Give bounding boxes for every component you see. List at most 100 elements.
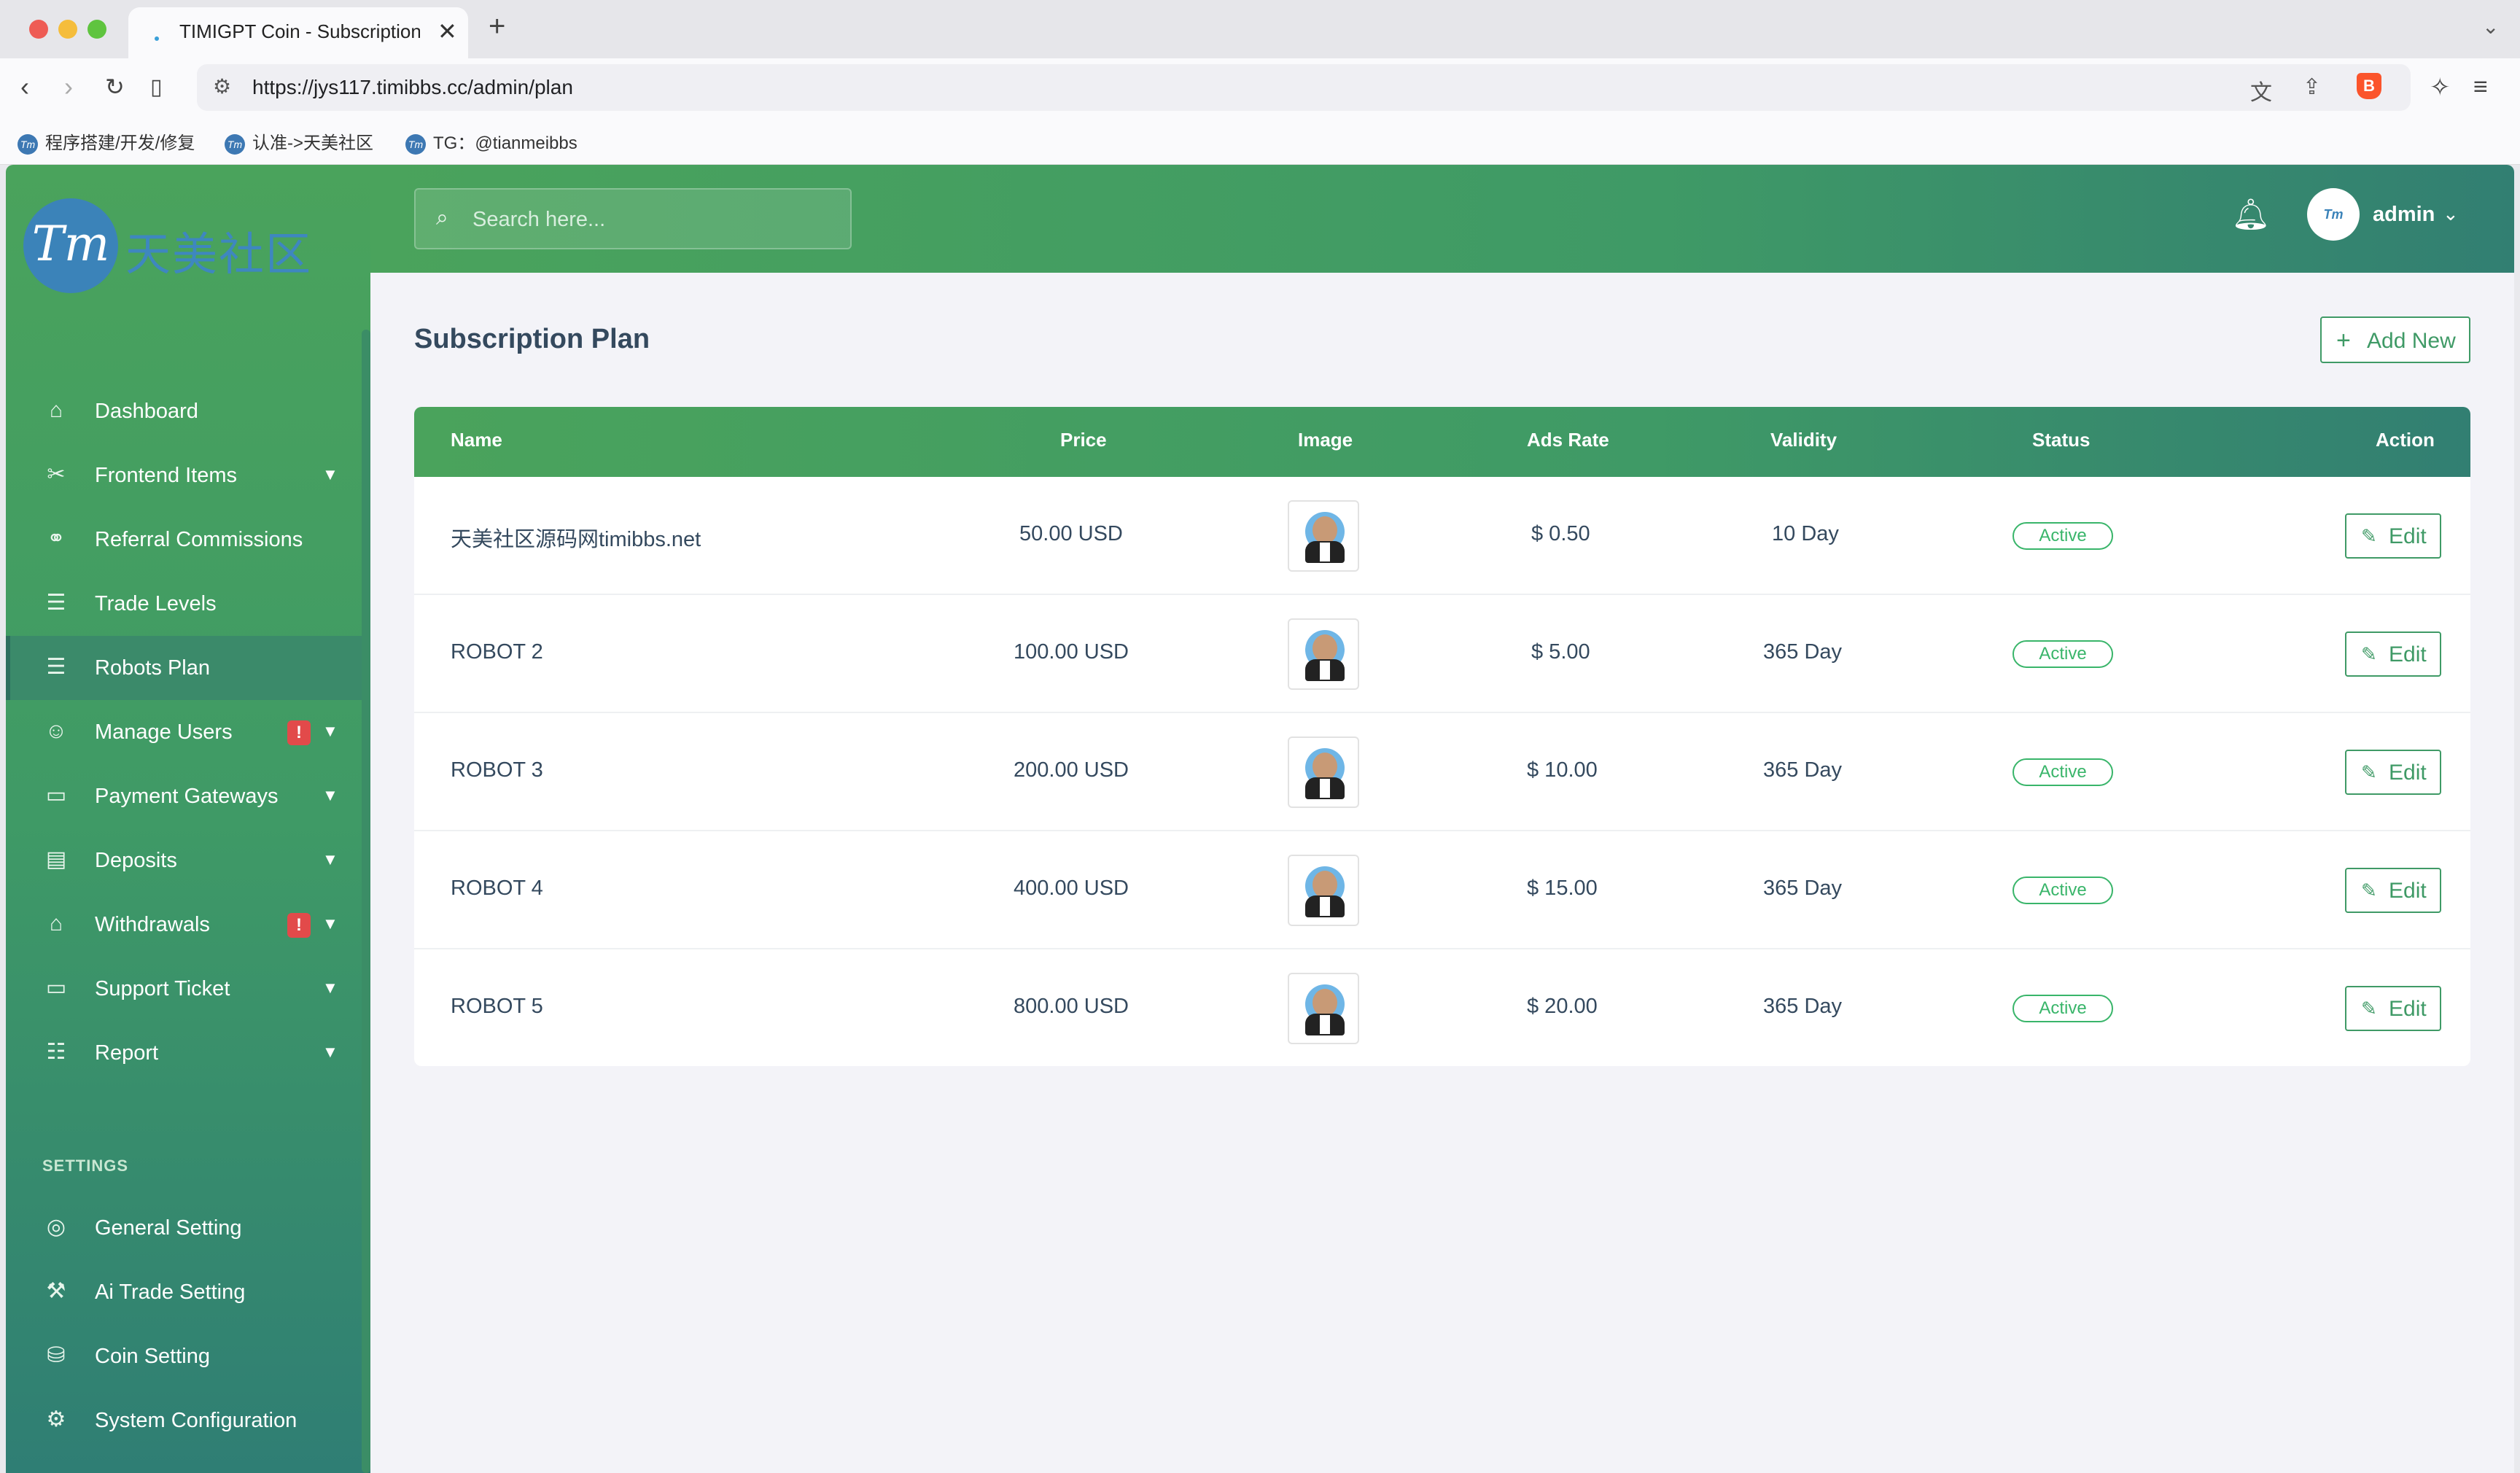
tm-logo-icon: Tm [18, 133, 38, 155]
chevron-down-icon: ▼ [322, 465, 338, 483]
gear-icon: ⚙ [46, 1407, 66, 1431]
tm-logo-icon: Tm [23, 198, 118, 293]
plan-name: ROBOT 5 [451, 995, 543, 1018]
chevron-down-icon[interactable]: ⌄ [2443, 203, 2459, 225]
alert-badge: ! [287, 720, 311, 745]
tab-list-chevron-icon[interactable]: ⌄ [2482, 15, 2499, 39]
sidebar-item-coin-setting[interactable]: ⛁ Coin Setting [6, 1324, 362, 1388]
list-icon: ☰ [46, 591, 66, 615]
list-icon: ☰ [46, 655, 66, 679]
lifebuoy-icon: ◎ [46, 1215, 66, 1239]
edit-button[interactable]: ✎ Edit [2345, 513, 2441, 559]
maximize-window-button[interactable] [88, 20, 106, 39]
bookmark-item[interactable]: Tm 程序搭建/开发/修复 [18, 128, 195, 155]
plan-price: 800.00 USD [1014, 995, 1129, 1018]
sidebar-item-trade-levels[interactable]: ☰ Trade Levels [6, 572, 362, 636]
share-icon[interactable]: ⇪ [2303, 74, 2321, 100]
edit-button[interactable]: ✎ Edit [2345, 868, 2441, 913]
sidebar-item-referral-commissions[interactable]: ⚭ Referral Commissions [6, 508, 362, 572]
sidebar-item-deposits[interactable]: ▤ Deposits ▼ [6, 828, 362, 893]
sidebar-item-support-ticket[interactable]: ▭ Support Ticket ▼ [6, 957, 362, 1021]
browser-tab-bar: TIMIGPT Coin - Subscription ✕ + ⌄ [0, 0, 2520, 58]
sidebar-item-manage-users[interactable]: ☺ Manage Users ! ▼ [6, 700, 362, 764]
bookmark-item[interactable]: Tm TG：@tianmeibbs [405, 128, 578, 155]
avatar[interactable]: Tm [2307, 188, 2360, 241]
bank-icon: ⌂ [49, 912, 63, 936]
sidebar-item-withdrawals[interactable]: ⌂ Withdrawals ! ▼ [6, 893, 362, 957]
table-row: ROBOT 2 100.00 USD $ 5.00 365 Day Active… [414, 595, 2470, 713]
status-badge: Active [2012, 640, 2113, 668]
pencil-icon: ✎ [2361, 643, 2377, 665]
url-text: https://jys117.timibbs.cc/admin/plan [252, 76, 573, 98]
address-bar[interactable]: ⚙ https://jys117.timibbs.cc/admin/plan 文… [197, 64, 2411, 111]
plus-icon: + [2336, 327, 2351, 354]
forward-icon[interactable]: › [64, 71, 73, 102]
table-row: 天美社区源码网timibbs.net 50.00 USD $ 0.50 10 D… [414, 477, 2470, 595]
ticket-icon: ▭ [45, 976, 67, 1000]
edit-button[interactable]: ✎ Edit [2345, 750, 2441, 795]
plan-image [1288, 618, 1359, 690]
search-input[interactable] [472, 203, 837, 236]
sidebar-item-dashboard[interactable]: ⌂ Dashboard [6, 379, 362, 443]
plan-validity: 365 Day [1763, 877, 1843, 900]
plan-ads-rate: $ 20.00 [1527, 995, 1598, 1018]
plan-ads-rate: $ 5.00 [1531, 640, 1590, 664]
reload-icon[interactable]: ↻ [105, 73, 125, 101]
new-tab-icon[interactable]: + [489, 10, 505, 43]
close-window-button[interactable] [29, 20, 48, 39]
plans-table: Name Price Image Ads Rate Validity Statu… [414, 407, 2470, 1066]
browser-tab[interactable]: TIMIGPT Coin - Subscription ✕ [128, 7, 468, 58]
edit-button[interactable]: ✎ Edit [2345, 631, 2441, 677]
status-badge: Active [2012, 758, 2113, 786]
users-icon: ☺ [44, 719, 68, 743]
column-header-ads-rate: Ads Rate [1527, 429, 1609, 451]
close-tab-icon[interactable]: ✕ [438, 18, 457, 45]
sidebar-item-report[interactable]: ☷ Report ▼ [6, 1021, 362, 1085]
plan-name: ROBOT 3 [451, 758, 543, 782]
column-header-status: Status [2032, 429, 2091, 451]
bookmark-item[interactable]: Tm 认准->天美社区 [225, 128, 373, 155]
search-box[interactable]: ⌕ [414, 188, 852, 249]
browser-menu-icon[interactable]: ≡ [2473, 73, 2488, 101]
plan-price: 400.00 USD [1014, 877, 1129, 900]
sidebar-item-general-setting[interactable]: ◎ General Setting [6, 1196, 362, 1260]
plan-validity: 10 Day [1772, 522, 1839, 545]
plan-name: ROBOT 2 [451, 640, 543, 664]
plan-image [1288, 973, 1359, 1044]
tools-icon: ✂ [47, 462, 66, 486]
brave-shields-icon[interactable]: B [2357, 73, 2381, 99]
sidebar-item-frontend-items[interactable]: ✂ Frontend Items ▼ [6, 443, 362, 508]
home-icon: ⌂ [49, 398, 63, 422]
bell-icon[interactable]: 🔔︎ [2231, 197, 2270, 233]
status-badge: Active [2012, 877, 2113, 904]
chevron-down-icon: ▼ [322, 722, 338, 740]
add-new-button[interactable]: + Add New [2320, 316, 2470, 363]
sidebar-item-ai-trade-setting[interactable]: ⚒ Ai Trade Setting [6, 1260, 362, 1324]
favicon-icon [155, 36, 159, 41]
sidebar: Tm 天美社区 ⌂ Dashboard ✂ Frontend Items ▼ ⚭… [6, 165, 370, 1473]
alert-badge: ! [287, 913, 311, 938]
report-icon: ☷ [46, 1040, 66, 1064]
table-row: ROBOT 3 200.00 USD $ 10.00 365 Day Activ… [414, 713, 2470, 831]
hammer-icon: ⚒ [46, 1279, 66, 1303]
edit-button[interactable]: ✎ Edit [2345, 986, 2441, 1031]
sidebar-item-system-configuration[interactable]: ⚙ System Configuration [6, 1388, 362, 1453]
column-header-image: Image [1298, 429, 1353, 451]
translate-icon[interactable]: 文 [2250, 74, 2272, 106]
sidebar-item-robots-plan[interactable]: ☰ Robots Plan [6, 636, 362, 700]
bookmark-icon[interactable]: ▯ [150, 74, 163, 100]
back-icon[interactable]: ‹ [20, 71, 29, 102]
site-settings-icon[interactable]: ⚙ [213, 74, 231, 98]
status-badge: Active [2012, 995, 2113, 1022]
status-badge: Active [2012, 522, 2113, 550]
sidebar-item-payment-gateways[interactable]: ▭ Payment Gateways ▼ [6, 764, 362, 828]
sidebar-scrollbar[interactable] [362, 330, 370, 1473]
pencil-icon: ✎ [2361, 525, 2377, 547]
user-name[interactable]: admin [2373, 203, 2435, 227]
leo-ai-icon[interactable]: ✧ [2430, 73, 2451, 102]
minimize-window-button[interactable] [58, 20, 77, 39]
plan-name: 天美社区源码网timibbs.net [451, 528, 701, 551]
card-icon: ▭ [45, 783, 67, 807]
logo-text: 天美社区 [125, 230, 313, 280]
tm-logo-icon: Tm [405, 133, 426, 155]
